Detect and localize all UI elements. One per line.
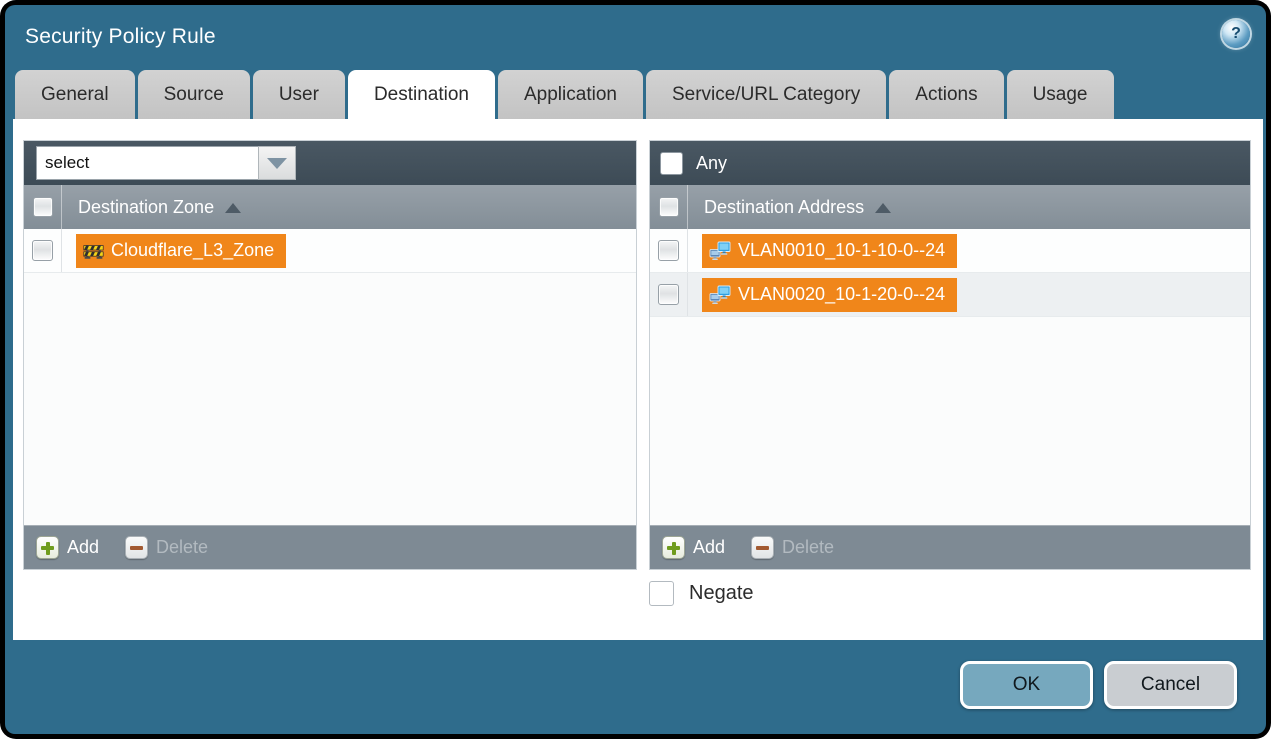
chevron-down-icon — [267, 158, 287, 169]
delete-icon — [125, 536, 148, 559]
destination-zone-panel: Destination Zone — [23, 140, 637, 570]
zone-column-title[interactable]: Destination Zone — [78, 197, 241, 218]
address-entry-label: VLAN0010_10-1-10-0--24 — [738, 240, 945, 261]
address-column-title[interactable]: Destination Address — [704, 197, 891, 218]
tab-user[interactable]: User — [253, 70, 345, 119]
address-icon — [709, 240, 731, 262]
negate-label: Negate — [689, 582, 754, 605]
zone-select-dropdown-button[interactable] — [258, 146, 296, 180]
tab-general[interactable]: General — [15, 70, 135, 119]
security-policy-rule-dialog: Security Policy Rule ? General Source Us… — [5, 5, 1266, 734]
address-entry-chip[interactable]: VLAN0020_10-1-20-0--24 — [702, 278, 957, 312]
zone-entry-label: Cloudflare_L3_Zone — [111, 240, 274, 261]
dialog-title: Security Policy Rule — [25, 25, 216, 49]
tab-application[interactable]: Application — [498, 70, 643, 119]
zone-filter-bar — [24, 141, 636, 185]
delete-zone-button[interactable]: Delete — [125, 536, 208, 559]
destination-address-panel: Any Destination Address — [649, 140, 1251, 570]
row-checkbox[interactable] — [32, 240, 53, 261]
address-select-all-cell — [650, 185, 688, 229]
zone-select-all-checkbox[interactable] — [33, 197, 53, 217]
sort-ascending-icon — [875, 203, 891, 213]
row-checkbox[interactable] — [658, 240, 679, 261]
zone-entry-chip[interactable]: Cloudflare_L3_Zone — [76, 234, 286, 268]
tab-bar: General Source User Destination Applicat… — [15, 70, 1114, 119]
address-panel-toolbar: Add Delete — [650, 525, 1250, 569]
address-select-all-checkbox[interactable] — [659, 197, 679, 217]
ok-button[interactable]: OK — [960, 661, 1093, 709]
cancel-button[interactable]: Cancel — [1104, 661, 1237, 709]
delete-icon — [751, 536, 774, 559]
any-checkbox[interactable] — [660, 152, 683, 175]
add-icon — [662, 536, 685, 559]
tab-destination[interactable]: Destination — [348, 70, 495, 119]
address-rows: VLAN0010_10-1-10-0--24 — [650, 229, 1250, 525]
add-icon — [36, 536, 59, 559]
zone-rows: Cloudflare_L3_Zone — [24, 229, 636, 525]
add-zone-button[interactable]: Add — [36, 536, 99, 559]
tab-content-destination: Destination Zone — [13, 119, 1263, 640]
tab-actions[interactable]: Actions — [889, 70, 1003, 119]
screenshot-frame: Security Policy Rule ? General Source Us… — [0, 0, 1271, 739]
zone-column-header: Destination Zone — [24, 185, 636, 229]
tab-service-url-category[interactable]: Service/URL Category — [646, 70, 886, 119]
add-address-button[interactable]: Add — [662, 536, 725, 559]
negate-checkbox[interactable] — [649, 581, 674, 606]
tab-source[interactable]: Source — [138, 70, 250, 119]
address-entry-chip[interactable]: VLAN0010_10-1-10-0--24 — [702, 234, 957, 268]
zone-select-combo — [36, 146, 296, 180]
address-any-bar: Any — [650, 141, 1250, 185]
delete-address-button[interactable]: Delete — [751, 536, 834, 559]
help-icon[interactable]: ? — [1222, 20, 1250, 48]
address-entry-label: VLAN0020_10-1-20-0--24 — [738, 284, 945, 305]
table-row[interactable]: VLAN0010_10-1-10-0--24 — [650, 229, 1250, 273]
sort-ascending-icon — [225, 203, 241, 213]
address-icon — [709, 284, 731, 306]
zone-select-input[interactable] — [36, 146, 258, 180]
zone-panel-toolbar: Add Delete — [24, 525, 636, 569]
zone-select-all-cell — [24, 185, 62, 229]
any-label: Any — [696, 153, 727, 174]
table-row[interactable]: VLAN0020_10-1-20-0--24 — [650, 273, 1250, 317]
zone-icon — [83, 240, 104, 261]
row-checkbox[interactable] — [658, 284, 679, 305]
tab-usage[interactable]: Usage — [1007, 70, 1114, 119]
negate-option: Negate — [649, 581, 754, 606]
table-row[interactable]: Cloudflare_L3_Zone — [24, 229, 636, 273]
address-column-header: Destination Address — [650, 185, 1250, 229]
